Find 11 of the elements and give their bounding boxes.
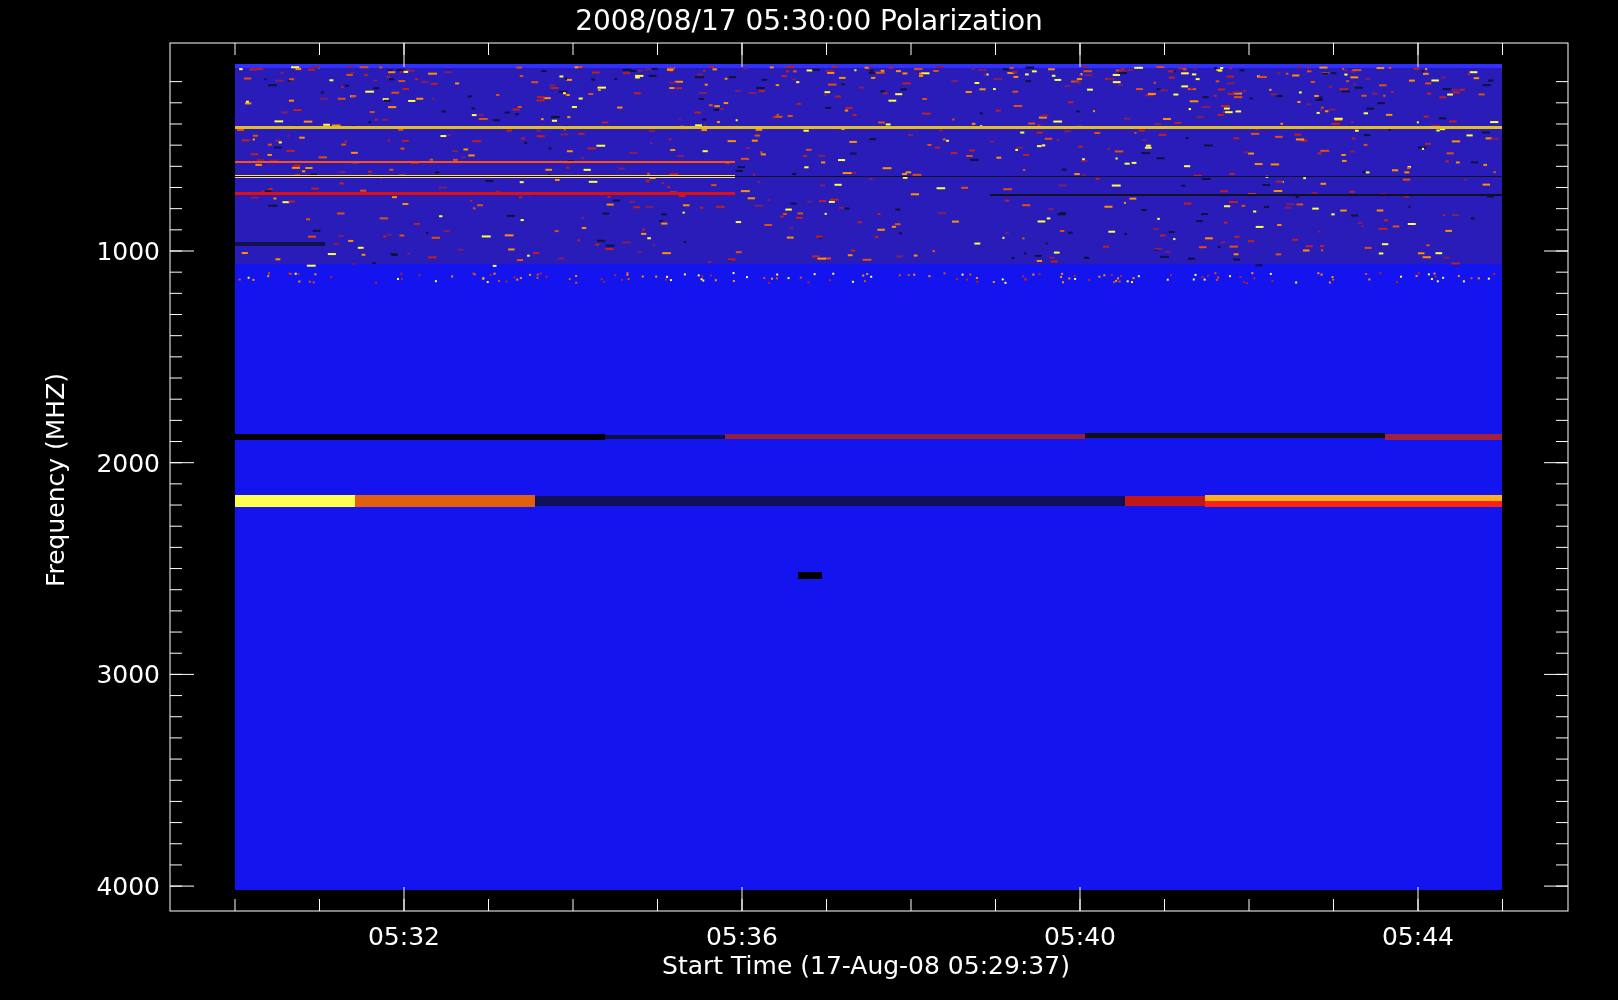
y-tick-label: 4000 [96,872,160,902]
y-tick-label: 2000 [96,448,160,478]
x-tick-label: 05:36 [706,922,778,951]
y-tick-label: 1000 [96,237,160,266]
y-axis-label: Frequency (MHZ) [41,372,70,588]
x-tick-label: 05:32 [368,922,440,951]
x-tick-label: 05:40 [1044,922,1116,951]
plot-title: 2008/08/17 05:30:00 Polarization [575,4,1043,37]
x-tick-label: 05:44 [1382,922,1454,951]
x-axis-label: Start Time (17-Aug-08 05:29:37) [662,951,1070,980]
y-tick-label: 3000 [96,660,160,690]
